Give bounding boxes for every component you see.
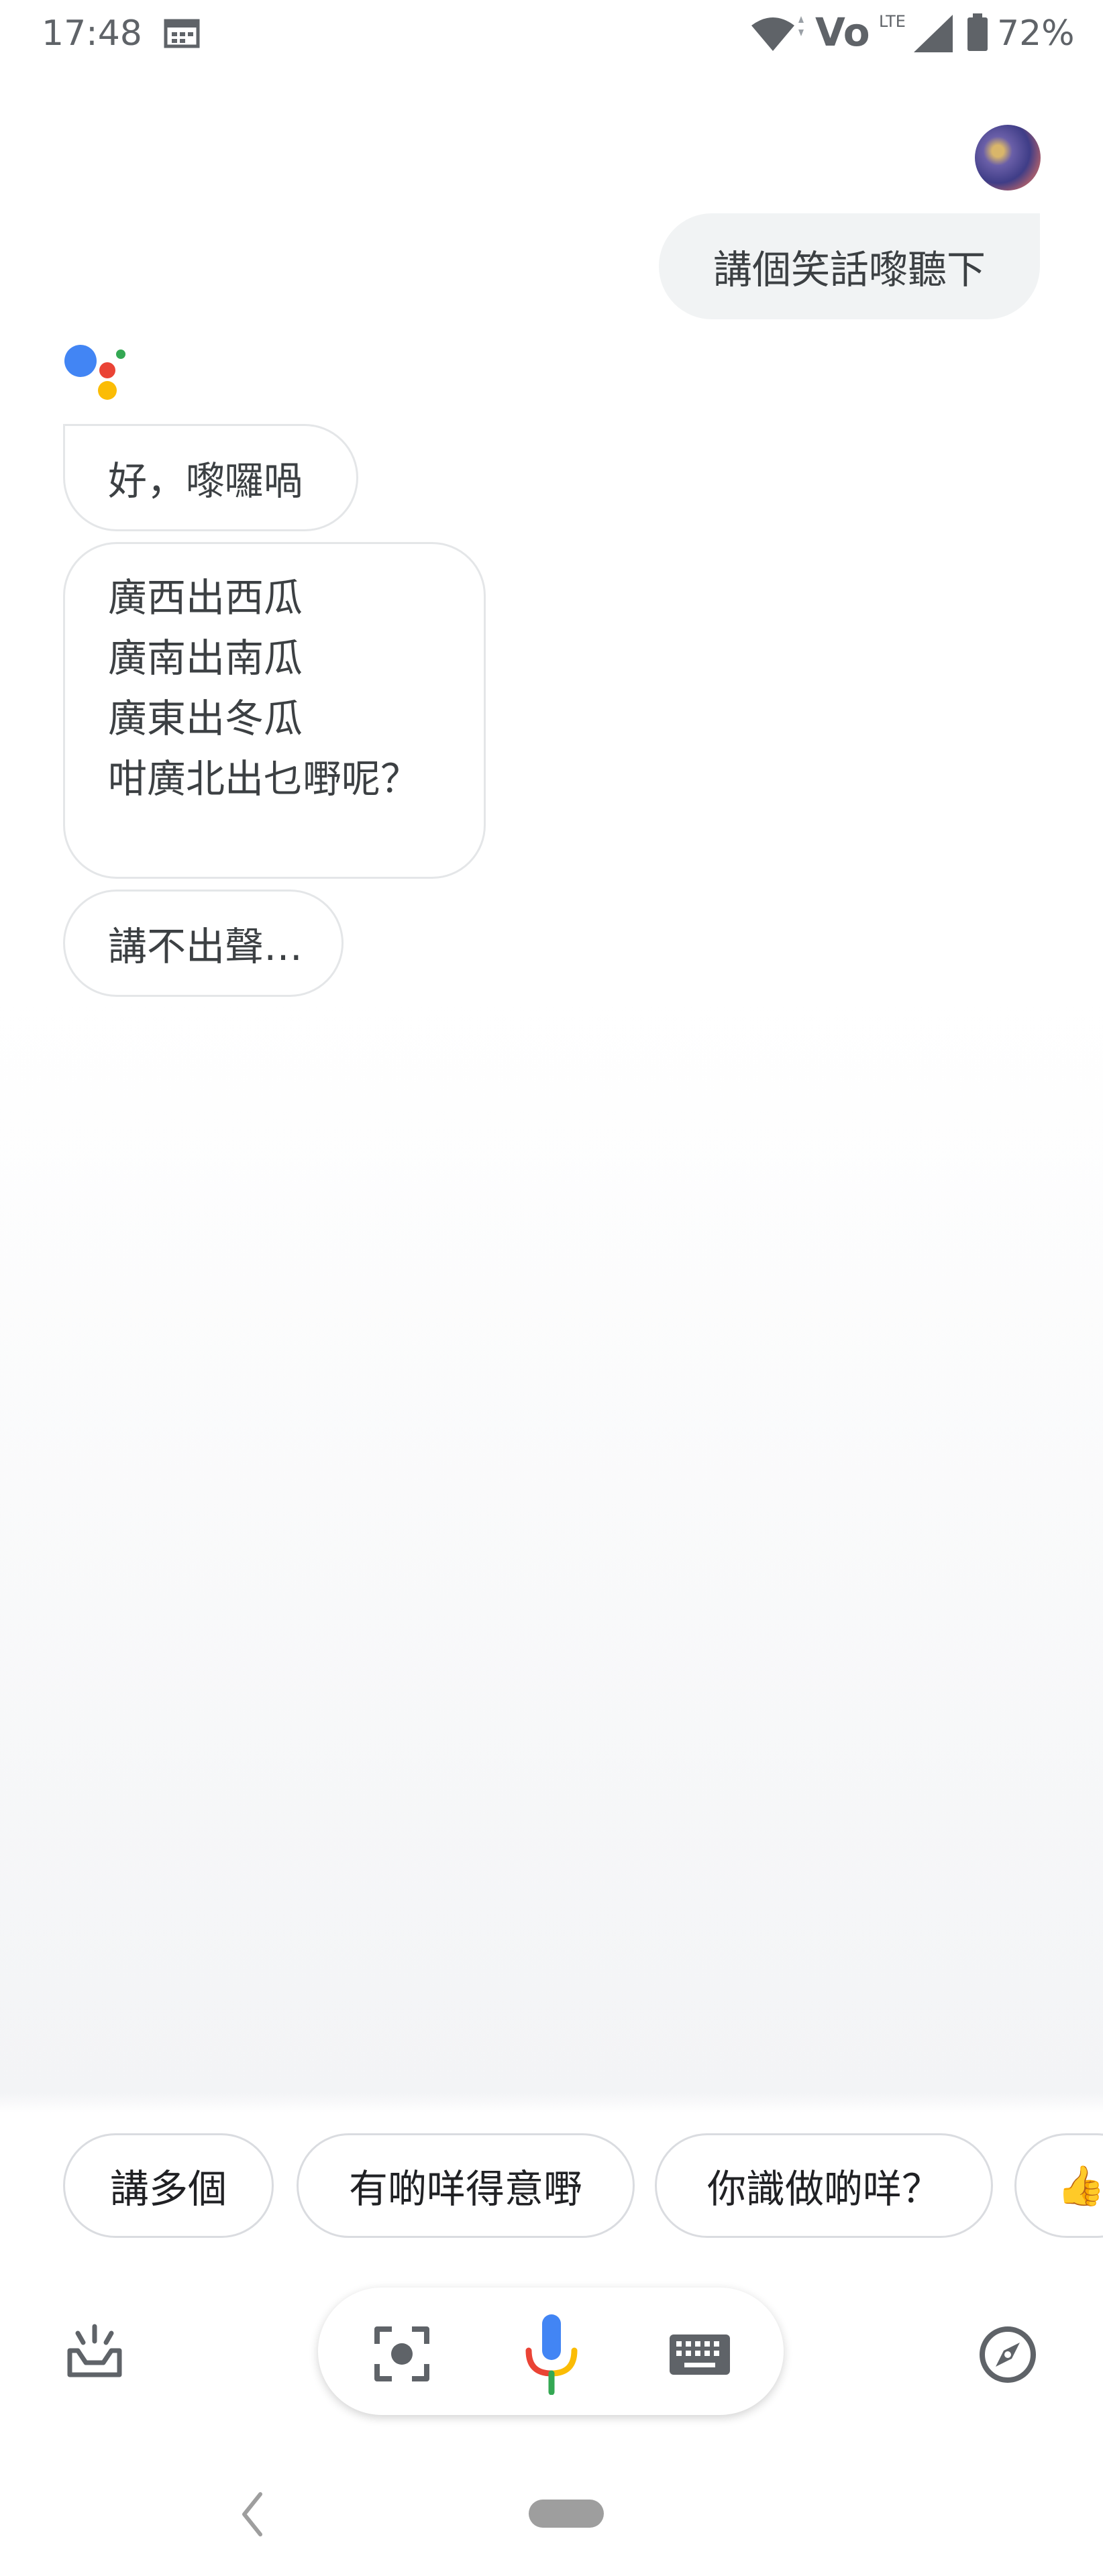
assistant-logo-icon xyxy=(64,345,125,400)
keyboard-icon[interactable] xyxy=(668,2333,731,2376)
assistant-reply-bubble: 好，嚟囉喎 xyxy=(63,424,358,531)
back-icon[interactable] xyxy=(235,2487,271,2541)
user-query-bubble: 講個笑話嚟聽下 xyxy=(659,213,1040,319)
volte-icon: Vo xyxy=(815,9,870,55)
punchline-bubble: 講不出聲… xyxy=(63,890,344,997)
user-avatar[interactable] xyxy=(975,125,1041,191)
lens-icon[interactable] xyxy=(372,2324,432,2384)
calendar-icon xyxy=(164,19,200,48)
lte-label: LTE xyxy=(879,12,906,31)
updates-icon[interactable] xyxy=(64,2321,125,2381)
suggestion-chip[interactable]: 你識做啲咩？ xyxy=(655,2133,993,2238)
signal-icon xyxy=(914,15,953,52)
assistant-reply-text: 好，嚟囉喎 xyxy=(108,458,303,504)
punchline-text: 講不出聲… xyxy=(108,924,303,969)
suggestion-chip[interactable]: 講多個 xyxy=(63,2133,274,2238)
explore-icon[interactable] xyxy=(977,2324,1039,2385)
status-bar: 17:48 Vo LTE 72% xyxy=(0,0,1103,74)
joke-bubble: 廣西出西瓜 廣南出南瓜 廣東出冬瓜 咁廣北出乜嘢呢？ xyxy=(63,542,486,879)
mic-icon[interactable] xyxy=(519,2313,584,2395)
battery-percent: 72% xyxy=(997,13,1075,54)
suggestion-chip-thumbs-up[interactable]: 👍 xyxy=(1014,2133,1103,2238)
battery-icon xyxy=(967,13,988,51)
status-time: 17:48 xyxy=(42,13,142,54)
wifi-icon xyxy=(751,16,804,51)
joke-line: 咁廣北出乜嘢呢？ xyxy=(108,756,420,802)
home-handle[interactable] xyxy=(529,2500,604,2528)
suggestion-chip[interactable]: 有啲咩得意嘢 xyxy=(297,2133,635,2238)
